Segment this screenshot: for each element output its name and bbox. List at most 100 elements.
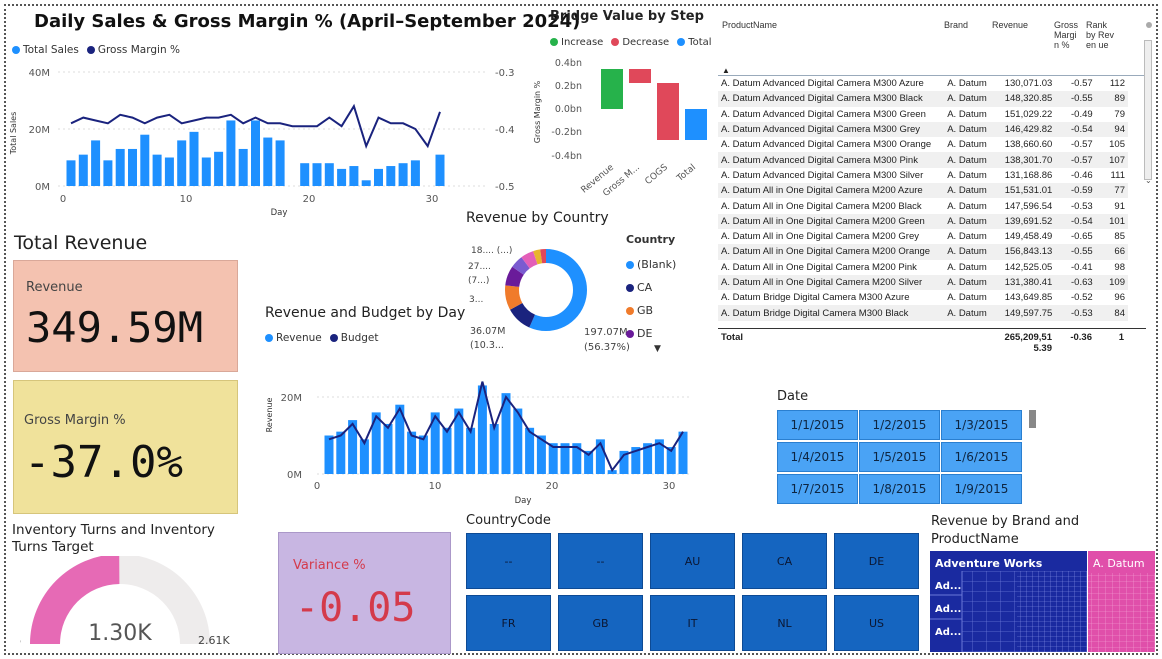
legend-total-sales[interactable]: Total Sales xyxy=(12,44,79,56)
table-row[interactable]: A. Datum Advanced Digital Camera M300 Si… xyxy=(718,168,1128,183)
donut-label-5: 18.... (...) xyxy=(471,246,512,256)
table-row[interactable]: A. Datum All in One Digital Camera M200 … xyxy=(718,274,1128,291)
header-gross-margin[interactable]: Gross Margi n % xyxy=(1052,16,1084,75)
y-tick: 0.2bn xyxy=(555,81,582,92)
cell-revenue: 151,531.01 xyxy=(992,183,1056,199)
revenue-budget-chart[interactable]: Revenue 20M 0M 0 10 20 30 Day xyxy=(262,360,702,510)
header-brand[interactable]: Brand xyxy=(942,16,990,75)
date-tile[interactable]: 1/8/2015 xyxy=(859,474,940,504)
inventory-gauge[interactable]: 6 1.30K 2.61K xyxy=(20,556,260,656)
table-row[interactable]: A. Datum All in One Digital Camera M200 … xyxy=(718,260,1128,275)
table-row[interactable]: A. Datum All in One Digital Camera M200 … xyxy=(718,244,1128,260)
country-code-tile[interactable]: AU xyxy=(650,533,735,589)
bridge-chart[interactable]: Gross Margin % 0.4bn 0.2bn 0.0bn -0.2bn … xyxy=(528,52,718,202)
cell-gross-margin: -0.54 xyxy=(1055,213,1096,229)
cell-brand: A. Datum xyxy=(947,169,987,181)
legend-item-de[interactable]: DE xyxy=(626,322,676,345)
daily-sales-bar xyxy=(115,148,125,186)
header-revenue[interactable]: Revenue xyxy=(990,16,1052,75)
legend-item-gb[interactable]: GB xyxy=(626,299,676,322)
date-tile[interactable]: 1/2/2015 xyxy=(859,410,940,440)
country-code-tile[interactable]: DE xyxy=(834,533,919,589)
country-code-tile[interactable]: GB xyxy=(558,595,643,651)
cell-rank: 91 xyxy=(1114,200,1125,212)
legend-budget[interactable]: Budget xyxy=(329,332,379,344)
total-revenue-title: Total Revenue xyxy=(14,232,148,254)
header-productname[interactable]: ProductName xyxy=(718,16,942,75)
table-options-icon[interactable] xyxy=(1146,22,1152,28)
cell-productname: A. Datum Advanced Digital Camera M300 Bl… xyxy=(718,91,945,107)
y-tick: 0M xyxy=(287,470,302,481)
cell-rank: 105 xyxy=(1109,139,1125,151)
sort-indicator-icon[interactable]: ▲ xyxy=(722,66,730,75)
table-row[interactable]: A. Datum All in One Digital Camera M200 … xyxy=(718,198,1128,213)
table-body[interactable]: A. Datum Advanced Digital Camera M300 Az… xyxy=(718,76,1146,328)
daily-sales-bar xyxy=(435,154,445,186)
legend-item-blank[interactable]: (Blank) xyxy=(626,253,676,276)
variance-card[interactable]: Variance % -0.05 xyxy=(278,532,451,654)
table-row[interactable]: A. Datum Bridge Digital Camera M300 Blac… xyxy=(718,305,1128,321)
country-code-tile[interactable]: FR xyxy=(466,595,551,651)
cell-brand: A. Datum xyxy=(947,231,987,243)
table-row[interactable]: A. Datum Advanced Digital Camera M300 Pi… xyxy=(718,152,1128,168)
date-slicer-scrollbar[interactable] xyxy=(1029,410,1036,428)
cell-rank: 109 xyxy=(1095,274,1128,291)
cell-rank: 79 xyxy=(1114,108,1125,120)
table-row[interactable]: A. Datum All in One Digital Camera M200 … xyxy=(718,183,1128,199)
cell-revenue: 130,071.03 xyxy=(1004,78,1053,90)
cell-revenue: 131,380.41 xyxy=(992,274,1056,291)
country-code-tile[interactable]: -- xyxy=(558,533,643,589)
country-code-tile[interactable]: US xyxy=(834,595,919,651)
product-table[interactable]: ProductName Brand Revenue Gross Margi n … xyxy=(718,16,1152,356)
daily-sales-bar xyxy=(300,163,310,186)
treemap-chart[interactable]: Adventure Works A. Datum Ad... Ad... Ad.… xyxy=(930,551,1155,652)
daily-sales-chart[interactable]: Total Sales 40M 20M 0M -0.3 -0.4 -0.5 0 … xyxy=(8,58,538,218)
gross-margin-label: Gross Margin % xyxy=(24,413,126,428)
date-tile[interactable]: 1/5/2015 xyxy=(859,442,940,472)
country-code-tile[interactable]: -- xyxy=(466,533,551,589)
legend-revenue[interactable]: Revenue xyxy=(265,332,322,344)
table-row[interactable]: A. Datum All in One Digital Camera M200 … xyxy=(718,229,1128,244)
legend-scroll-down-icon[interactable]: ▼ xyxy=(654,344,661,354)
table-row[interactable]: A. Datum All in One Digital Camera M200 … xyxy=(718,213,1128,229)
cell-gross-margin: -0.63 xyxy=(1055,274,1096,291)
scroll-down-icon[interactable]: ⌄ xyxy=(1145,176,1152,185)
country-code-tile[interactable]: CA xyxy=(742,533,827,589)
country-code-slicer[interactable]: -- -- AU CA DE FR GB IT NL US xyxy=(466,533,920,655)
cell-gross-margin: -0.57 xyxy=(1055,152,1096,168)
date-tile[interactable]: 1/4/2015 xyxy=(777,442,858,472)
country-code-tile[interactable]: NL xyxy=(742,595,827,651)
daily-sales-bar xyxy=(374,168,383,186)
revenue-bar xyxy=(489,423,499,474)
date-tile[interactable]: 1/1/2015 xyxy=(777,410,858,440)
country-code-tile[interactable]: IT xyxy=(650,595,735,651)
cell-gross-margin: -0.53 xyxy=(1055,305,1096,321)
daily-sales-bar xyxy=(78,154,88,186)
revenue-bar xyxy=(383,423,393,474)
table-scrollbar[interactable] xyxy=(1144,40,1152,180)
table-row[interactable]: A. Datum Advanced Digital Camera M300 Or… xyxy=(718,137,1128,152)
gauge-min: 6 xyxy=(20,634,21,647)
date-slicer[interactable]: 1/1/2015 1/2/2015 1/3/2015 1/4/2015 1/5/2015… xyxy=(777,410,1025,504)
date-tile[interactable]: 1/6/2015 xyxy=(941,442,1022,472)
header-rank[interactable]: Rank by Reven ue xyxy=(1084,16,1116,75)
legend-item-ca[interactable]: CA xyxy=(626,276,676,299)
date-tile[interactable]: 1/3/2015 xyxy=(941,410,1022,440)
date-tile[interactable]: 1/9/2015 xyxy=(941,474,1022,504)
gross-margin-card[interactable]: Gross Margin % -37.0% xyxy=(13,380,238,514)
cell-revenue: 149,597.75 xyxy=(992,305,1056,321)
daily-sales-bar xyxy=(189,131,199,186)
table-row[interactable]: A. Datum Bridge Digital Camera M300 Azur… xyxy=(718,290,1128,305)
table-row[interactable]: A. Datum Advanced Digital Camera M300 Bl… xyxy=(718,91,1128,107)
table-row[interactable]: A. Datum Advanced Digital Camera M300 Az… xyxy=(718,76,1128,91)
revenue-card[interactable]: Revenue 349.59M xyxy=(13,260,238,372)
legend-increase[interactable]: Increase xyxy=(550,37,603,48)
legend-total[interactable]: Total xyxy=(677,37,712,48)
daily-sales-bar xyxy=(226,120,236,186)
date-tile[interactable]: 1/7/2015 xyxy=(777,474,858,504)
legend-decrease[interactable]: Decrease xyxy=(611,37,669,48)
daily-sales-bar xyxy=(386,166,396,186)
legend-gross-margin[interactable]: Gross Margin % xyxy=(86,44,180,56)
table-row[interactable]: A. Datum Advanced Digital Camera M300 Gr… xyxy=(718,121,1128,138)
table-row[interactable]: A. Datum Advanced Digital Camera M300 Gr… xyxy=(718,107,1128,122)
